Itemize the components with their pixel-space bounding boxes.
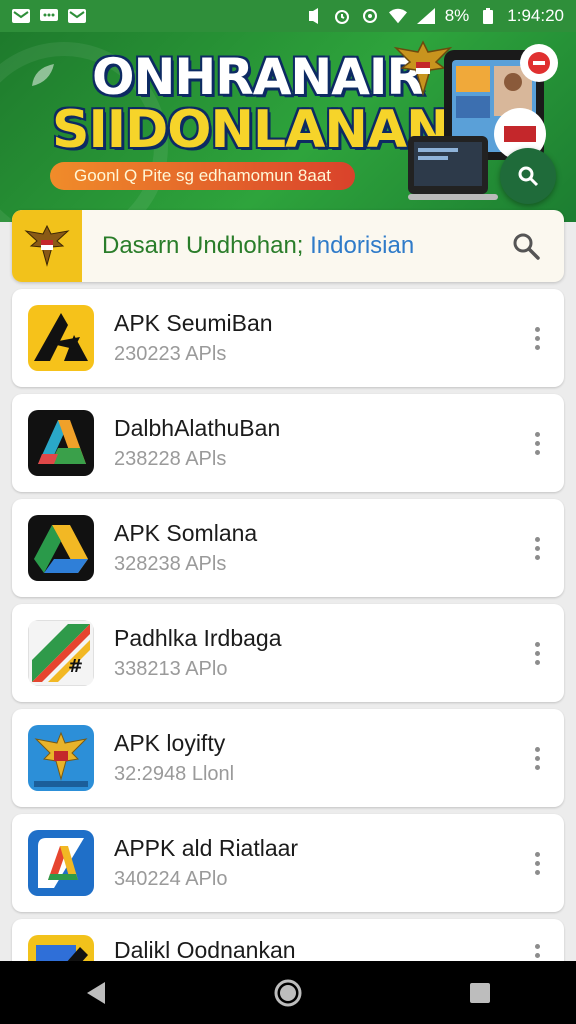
back-icon (87, 981, 105, 1004)
app-icon-blue-a (28, 830, 94, 896)
more-dot (534, 536, 540, 542)
more-dot (534, 764, 540, 770)
app-name: APK SeumiBan (114, 310, 273, 336)
more-dot (534, 335, 540, 341)
banner-title-line2: SIIDONLANAN (52, 100, 450, 160)
app-icon-garuda (28, 725, 94, 791)
app-name: APPK ald Riatlaar (114, 835, 299, 861)
more-options-button[interactable] (522, 843, 552, 883)
app-text: APK loyifty 32:2948 Llonl (114, 728, 522, 788)
app-icon-stripes: # (28, 620, 94, 686)
app-icon-drive (28, 515, 94, 581)
garuda-icon (24, 224, 70, 267)
mail-icon (68, 8, 86, 24)
app-meta: 230223 APls (114, 343, 227, 365)
mail-icon (12, 8, 30, 24)
notification-button[interactable] (520, 44, 558, 82)
app-text: Padhlka Irdbaga 338213 APlo (114, 623, 522, 683)
recents-button[interactable] (450, 968, 510, 1018)
more-dot (534, 344, 540, 350)
list-item[interactable]: APPK ald Riatlaar 340224 APlo (12, 814, 564, 912)
more-dot (534, 650, 540, 656)
more-dot (534, 943, 540, 949)
leaf-icon (32, 64, 54, 86)
app-meta: 338213 APlo (114, 658, 228, 680)
list-item[interactable]: DalbhAlathuBan 238228 APls (12, 394, 564, 492)
app-meta: 32:2948 Llonl (114, 763, 235, 785)
more-dot (534, 554, 540, 560)
search-query[interactable]: Dasarn Undhohan; Indorisian (102, 232, 506, 260)
more-dot (534, 869, 540, 875)
app-text: APK Somlana 328238 APls (114, 518, 522, 578)
list-item[interactable]: APK loyifty 32:2948 Llonl (12, 709, 564, 807)
flag-icon (528, 52, 550, 74)
more-dot (534, 641, 540, 647)
more-dot (534, 431, 540, 437)
back-button[interactable] (66, 968, 126, 1018)
more-dot (534, 851, 540, 857)
app-name: Padhlka Irdbaga (114, 625, 282, 651)
app-meta: 340224 APlo (114, 868, 228, 890)
wifi-icon (388, 8, 407, 24)
search-text-main: Dasarn Undhohan; (102, 232, 311, 259)
status-bar: 8% 1:94:20 (0, 0, 576, 32)
search-button[interactable] (506, 226, 546, 266)
more-dot (534, 659, 540, 665)
more-dot (534, 545, 540, 551)
app-name: APK loyifty (114, 730, 226, 756)
search-bar[interactable]: Dasarn Undhohan; Indorisian (12, 210, 564, 282)
app-name: DalbhAlathuBan (114, 415, 281, 441)
status-left (12, 8, 86, 24)
battery-percent: 8% (444, 6, 470, 25)
app-meta: 238228 APls (114, 448, 227, 470)
search-fab-button[interactable] (500, 148, 556, 204)
app-meta: 328238 APls (114, 553, 227, 575)
search-icon (513, 233, 540, 260)
banner-tagline: Goonl Q Pite sg edhamomun 8aat (50, 162, 355, 190)
list-item[interactable]: APK Somlana 328238 APls (12, 499, 564, 597)
search-icon (518, 166, 539, 187)
more-options-button[interactable] (522, 528, 552, 568)
more-dot (534, 746, 540, 752)
battery-icon (479, 8, 497, 24)
more-dot (534, 440, 540, 446)
more-dot (534, 755, 540, 761)
more-dot (534, 952, 540, 958)
status-time: 1:94:20 (507, 6, 564, 25)
banner-title-line1: ONHRANAIR (92, 48, 425, 106)
app-text: DalbhAlathuBan 238228 APls (114, 413, 522, 473)
alarm-icon (333, 8, 351, 24)
search-text-highlight: Indorisian (310, 232, 415, 259)
list-item[interactable]: # Padhlka Irdbaga 338213 APlo (12, 604, 564, 702)
home-button[interactable] (258, 968, 318, 1018)
svg-text:#: # (68, 656, 83, 677)
list-item[interactable]: APK SeumiBan 230223 APls (12, 289, 564, 387)
signal-icon (416, 8, 435, 24)
navigation-bar (0, 961, 576, 1024)
more-dot (534, 326, 540, 332)
mute-icon (305, 8, 323, 24)
recents-icon (470, 982, 490, 1003)
app-text: APK SeumiBan 230223 APls (114, 308, 522, 368)
more-options-button[interactable] (522, 423, 552, 463)
more-options-button[interactable] (522, 633, 552, 673)
app-icon-yellow-a (28, 305, 94, 371)
hero-banner: ONHRANAIR SIIDONLANAN Goonl Q Pite sg ed… (0, 32, 576, 222)
app-name: APK Somlana (114, 520, 258, 546)
more-dot (534, 860, 540, 866)
app-icon-triangle (28, 410, 94, 476)
message-icon (40, 8, 58, 24)
more-options-button[interactable] (522, 738, 552, 778)
more-options-button[interactable] (522, 318, 552, 358)
home-icon (274, 979, 302, 1006)
more-dot (534, 449, 540, 455)
app-list: APK SeumiBan 230223 APls DalbhAlathuBan … (12, 289, 564, 1024)
sync-icon (361, 8, 379, 24)
garuda-logo (12, 210, 82, 282)
app-text: APPK ald Riatlaar 340224 APlo (114, 833, 522, 893)
status-right: 8% 1:94:20 (305, 6, 564, 26)
